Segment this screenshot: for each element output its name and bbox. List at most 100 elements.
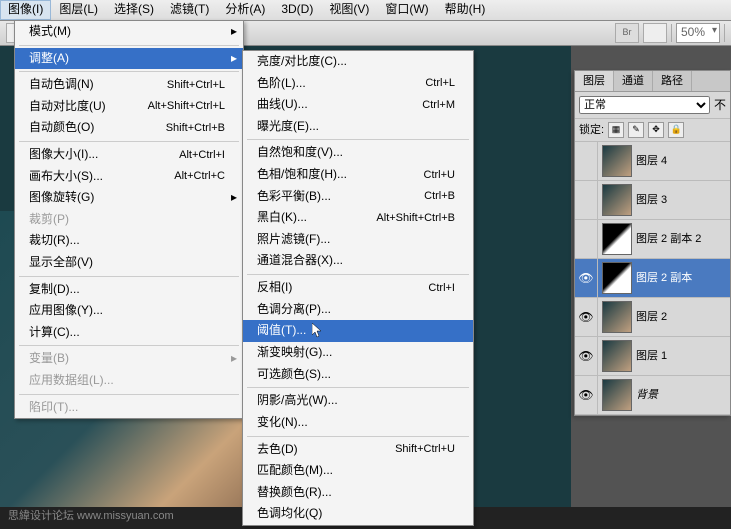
menu-item[interactable]: 自动对比度(U)Alt+Shift+Ctrl+L — [15, 96, 243, 118]
layers-panel: 图层通道路径 正常 不 锁定: ▦ ✎ ✥ 🔒 图层 4 图层 3 图层 2 副本 … — [574, 70, 731, 416]
layer-name[interactable]: 图层 4 — [636, 154, 730, 168]
separator — [671, 24, 672, 42]
menu-item[interactable]: 阈值(T)... — [243, 320, 473, 342]
layer-thumbnail[interactable] — [602, 223, 632, 255]
menu-item-label: 模式(M) — [29, 24, 71, 40]
lock-all-icon[interactable]: 🔒 — [668, 122, 684, 138]
menu-item-label: 色相/饱和度(H)... — [257, 167, 347, 183]
menu-separator — [247, 387, 469, 388]
shortcut-label: Shift+Ctrl+B — [166, 121, 225, 135]
menu-separator — [247, 436, 469, 437]
menu-item[interactable]: 曝光度(E)... — [243, 116, 473, 138]
lock-transparent-icon[interactable]: ▦ — [608, 122, 624, 138]
menu-item[interactable]: 图层(L) — [51, 0, 106, 20]
submenu-arrow-icon: ▸ — [231, 24, 237, 40]
layer-name[interactable]: 图层 3 — [636, 193, 730, 207]
menu-item[interactable]: 色调分离(P)... — [243, 299, 473, 321]
menu-item[interactable]: 调整(A)▸ — [15, 48, 243, 70]
menu-item[interactable]: 替换颜色(R)... — [243, 482, 473, 504]
menu-item[interactable]: 色相/饱和度(H)...Ctrl+U — [243, 164, 473, 186]
menu-item[interactable]: 图像(I) — [0, 0, 51, 20]
menu-item[interactable]: 显示全部(V) — [15, 252, 243, 274]
visibility-eye-icon[interactable]: 👁 — [575, 376, 598, 414]
layer-thumbnail[interactable] — [602, 262, 632, 294]
menu-item[interactable]: 图像大小(I)...Alt+Ctrl+I — [15, 144, 243, 166]
menu-item[interactable]: 选择(S) — [106, 0, 162, 20]
layer-thumbnail[interactable] — [602, 145, 632, 177]
visibility-eye-icon[interactable]: 👁 — [575, 298, 598, 336]
menu-item[interactable]: 应用图像(Y)... — [15, 300, 243, 322]
menu-item-label: 自动色调(N) — [29, 77, 94, 93]
layer-name[interactable]: 图层 2 副本 2 — [636, 232, 730, 246]
menu-item-label: 可选颜色(S)... — [257, 367, 331, 383]
menu-item[interactable]: 阴影/高光(W)... — [243, 390, 473, 412]
visibility-eye-icon[interactable]: 👁 — [575, 337, 598, 375]
layer-row[interactable]: 👁 图层 2 副本 — [575, 259, 730, 298]
menu-item[interactable]: 照片滤镜(F)... — [243, 229, 473, 251]
visibility-eye-icon[interactable] — [575, 220, 598, 258]
menu-item[interactable]: 色彩平衡(B)...Ctrl+B — [243, 186, 473, 208]
menu-item[interactable]: 黑白(K)...Alt+Shift+Ctrl+B — [243, 207, 473, 229]
lock-pixels-icon[interactable]: ✎ — [628, 122, 644, 138]
menu-item[interactable]: 去色(D) Shift+Ctrl+U — [243, 439, 473, 461]
menu-item[interactable]: 自动颜色(O)Shift+Ctrl+B — [15, 117, 243, 139]
layer-thumbnail[interactable] — [602, 340, 632, 372]
panel-tab[interactable]: 路径 — [653, 71, 692, 91]
lock-row: 锁定: ▦ ✎ ✥ 🔒 — [575, 119, 730, 142]
panel-tab[interactable]: 图层 — [575, 71, 614, 91]
menu-item[interactable]: 自然饱和度(V)... — [243, 142, 473, 164]
menu-item[interactable]: 变化(N)... — [243, 412, 473, 434]
layer-name[interactable]: 背景 — [636, 388, 730, 402]
lock-position-icon[interactable]: ✥ — [648, 122, 664, 138]
menu-item[interactable]: 帮助(H) — [437, 0, 494, 20]
menu-item-label: 裁剪(P) — [29, 212, 69, 228]
menu-item[interactable]: 滤镜(T) — [162, 0, 217, 20]
visibility-eye-icon[interactable] — [575, 142, 598, 180]
layer-thumbnail[interactable] — [602, 184, 632, 216]
menu-item[interactable]: 计算(C)... — [15, 322, 243, 344]
zoom-dropdown[interactable]: 50% — [676, 23, 720, 43]
layer-row[interactable]: 👁 背景 — [575, 376, 730, 415]
screen-mode-icon[interactable]: Br — [615, 23, 639, 43]
visibility-eye-icon[interactable] — [575, 181, 598, 219]
menu-item[interactable]: 曲线(U)...Ctrl+M — [243, 94, 473, 116]
shortcut-label: Alt+Shift+Ctrl+B — [376, 211, 455, 225]
layer-thumbnail[interactable] — [602, 379, 632, 411]
menu-item[interactable]: 色阶(L)...Ctrl+L — [243, 73, 473, 95]
menu-item-label: 去色(D) — [257, 442, 298, 458]
menu-item-label: 色调分离(P)... — [257, 302, 331, 318]
menu-item[interactable]: 视图(V) — [321, 0, 377, 20]
menu-item[interactable]: 画布大小(S)...Alt+Ctrl+C — [15, 166, 243, 188]
layer-thumbnail[interactable] — [602, 301, 632, 333]
menu-item[interactable]: 裁切(R)... — [15, 230, 243, 252]
menu-item[interactable]: 模式(M) ▸ — [15, 21, 243, 43]
menu-item[interactable]: 反相(I)Ctrl+I — [243, 277, 473, 299]
menu-item[interactable]: 亮度/对比度(C)... — [243, 51, 473, 73]
panel-tab[interactable]: 通道 — [614, 71, 653, 91]
menu-item[interactable]: 色调均化(Q) — [243, 503, 473, 525]
menu-item[interactable]: 图像旋转(G)▸ — [15, 187, 243, 209]
menu-item[interactable]: 复制(D)... — [15, 279, 243, 301]
layer-name[interactable]: 图层 2 — [636, 310, 730, 324]
shortcut-label: Shift+Ctrl+U — [395, 442, 455, 456]
layer-name[interactable]: 图层 1 — [636, 349, 730, 363]
menu-item[interactable]: 可选颜色(S)... — [243, 364, 473, 386]
submenu-arrow-icon: ▸ — [231, 351, 237, 367]
layer-row[interactable]: 图层 4 — [575, 142, 730, 181]
blend-row: 正常 不 — [575, 92, 730, 119]
grid-icon[interactable] — [643, 23, 667, 43]
blend-mode-select[interactable]: 正常 — [579, 96, 710, 114]
visibility-eye-icon[interactable]: 👁 — [575, 259, 598, 297]
menu-item[interactable]: 匹配颜色(M)... — [243, 460, 473, 482]
menu-item[interactable]: 通道混合器(X)... — [243, 250, 473, 272]
menu-item[interactable]: 窗口(W) — [377, 0, 436, 20]
menu-item[interactable]: 分析(A) — [217, 0, 273, 20]
layer-row[interactable]: 图层 3 — [575, 181, 730, 220]
layer-row[interactable]: 👁 图层 2 — [575, 298, 730, 337]
layer-row[interactable]: 👁 图层 1 — [575, 337, 730, 376]
menu-item[interactable]: 自动色调(N)Shift+Ctrl+L — [15, 74, 243, 96]
layer-name[interactable]: 图层 2 副本 — [636, 271, 730, 285]
layer-row[interactable]: 图层 2 副本 2 — [575, 220, 730, 259]
menu-item[interactable]: 3D(D) — [273, 0, 321, 20]
menu-item[interactable]: 渐变映射(G)... — [243, 342, 473, 364]
